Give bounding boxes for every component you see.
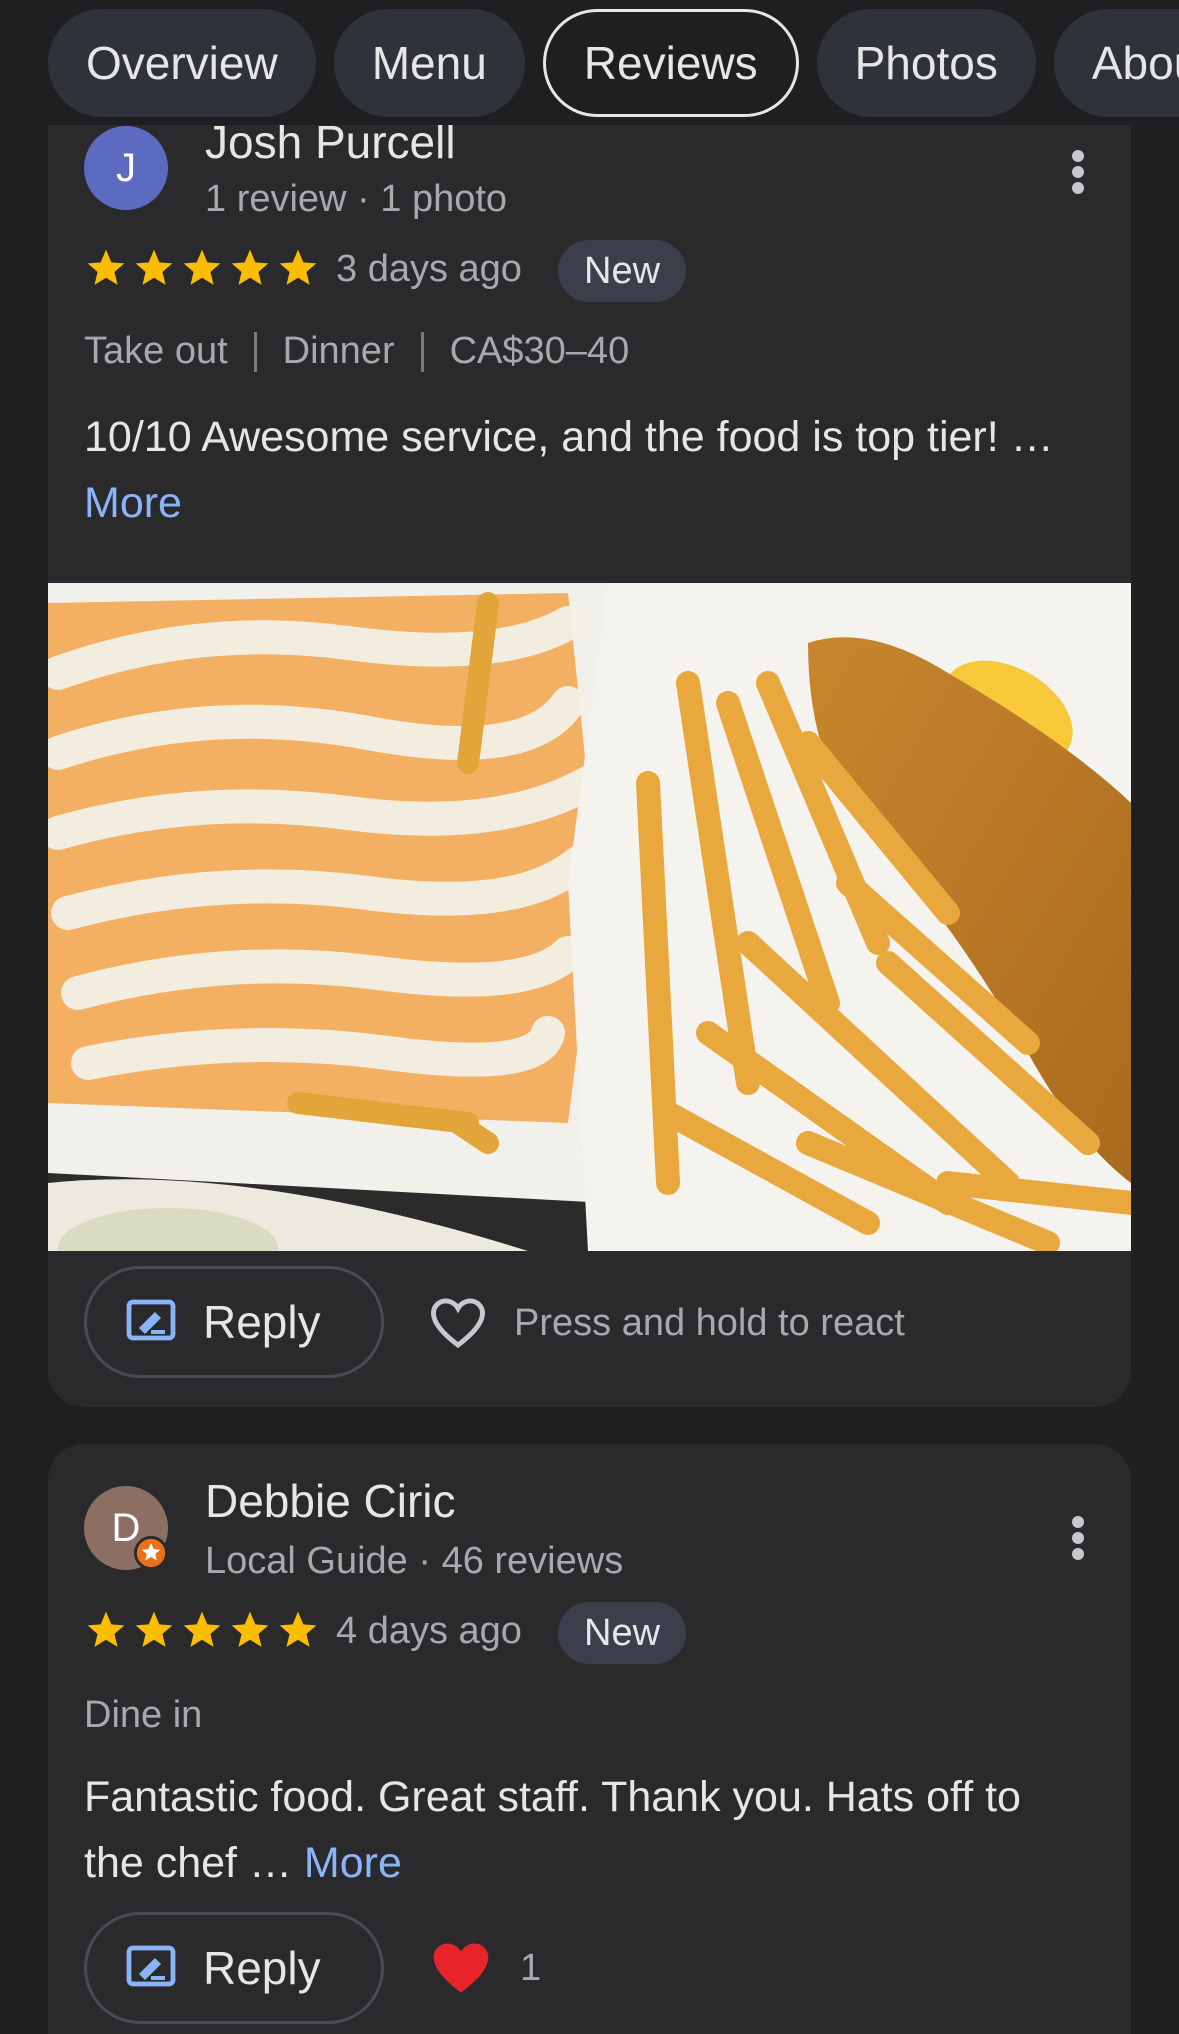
tab-reviews[interactable]: Reviews bbox=[542, 8, 799, 117]
heart-filled-icon bbox=[433, 1943, 489, 1993]
reaction-count: 1 bbox=[520, 1946, 542, 1989]
review-body: Fantastic food. Great staff. Thank you. … bbox=[84, 1773, 1021, 1887]
reply-button[interactable]: Reply bbox=[84, 1266, 384, 1378]
reviewer-meta: Local Guide · 46 reviews bbox=[205, 1540, 624, 1582]
review-body: 10/10 Awesome service, and the food is t… bbox=[84, 413, 1054, 461]
tab-about[interactable]: About bbox=[1053, 8, 1179, 117]
tag: Take out bbox=[84, 330, 228, 372]
reaction-summary[interactable]: 1 bbox=[428, 1938, 541, 1998]
tag: Dinner bbox=[282, 330, 395, 372]
star-icon bbox=[183, 1611, 221, 1647]
star-rating bbox=[84, 1608, 320, 1652]
reply-icon bbox=[126, 1299, 176, 1341]
tab-photos[interactable]: Photos bbox=[816, 8, 1036, 117]
reply-icon bbox=[126, 1945, 176, 1987]
tab-overview[interactable]: Overview bbox=[48, 8, 316, 117]
star-icon bbox=[279, 249, 317, 285]
new-badge: New bbox=[558, 240, 687, 302]
review-text: 10/10 Awesome service, and the food is t… bbox=[84, 404, 1074, 536]
star-icon bbox=[231, 249, 269, 285]
review-text: Fantastic food. Great staff. Thank you. … bbox=[84, 1764, 1074, 1896]
reviewer-meta: 1 review · 1 photo bbox=[205, 178, 508, 220]
avatar-letter: J bbox=[116, 145, 136, 190]
tab-menu[interactable]: Menu bbox=[333, 8, 525, 117]
review-tags: Dine in bbox=[84, 1694, 202, 1737]
more-link[interactable]: More bbox=[304, 1839, 402, 1887]
review-date: 4 days ago bbox=[336, 1610, 522, 1652]
new-badge: New bbox=[558, 1602, 687, 1664]
star-icon bbox=[135, 1611, 173, 1647]
star-icon bbox=[183, 249, 221, 285]
reviewer-name[interactable]: Debbie Ciric bbox=[205, 1474, 456, 1528]
star-rating bbox=[84, 246, 320, 290]
star-icon bbox=[279, 1611, 317, 1647]
react-hint: Press and hold to react bbox=[514, 1301, 905, 1344]
more-link[interactable]: More bbox=[84, 479, 182, 527]
star-icon bbox=[231, 1611, 269, 1647]
more-options-icon[interactable] bbox=[1058, 1508, 1098, 1568]
reply-label: Reply bbox=[203, 1296, 321, 1348]
tag-divider bbox=[420, 331, 424, 372]
reply-label: Reply bbox=[203, 1942, 321, 1994]
avatar[interactable]: J bbox=[84, 126, 168, 210]
more-options-icon[interactable] bbox=[1058, 142, 1098, 202]
star-icon bbox=[87, 249, 125, 285]
react-control[interactable]: Press and hold to react bbox=[428, 1296, 905, 1350]
tag: CA$30–40 bbox=[449, 330, 630, 372]
star-icon bbox=[87, 1611, 125, 1647]
review-date: 3 days ago bbox=[336, 248, 522, 290]
review-photo[interactable] bbox=[48, 583, 1131, 1251]
review-card: J Josh Purcell 1 review · 1 photo 3 days… bbox=[48, 60, 1131, 1407]
tag-divider bbox=[253, 331, 257, 372]
reviews-page: Overview Menu Reviews Photos About J Jos… bbox=[0, 0, 1179, 2034]
star-icon bbox=[135, 249, 173, 285]
reply-button[interactable]: Reply bbox=[84, 1912, 384, 2024]
tab-bar: Overview Menu Reviews Photos About bbox=[0, 0, 1179, 125]
local-guide-badge-icon bbox=[134, 1536, 168, 1570]
review-card: D Debbie Ciric Local Guide · 46 reviews … bbox=[48, 1444, 1131, 2034]
heart-outline-icon bbox=[430, 1298, 486, 1349]
food-photo bbox=[48, 583, 1131, 1251]
tag: Dine in bbox=[84, 1694, 203, 1736]
review-tags: Take out Dinner CA$30–40 bbox=[84, 330, 629, 373]
